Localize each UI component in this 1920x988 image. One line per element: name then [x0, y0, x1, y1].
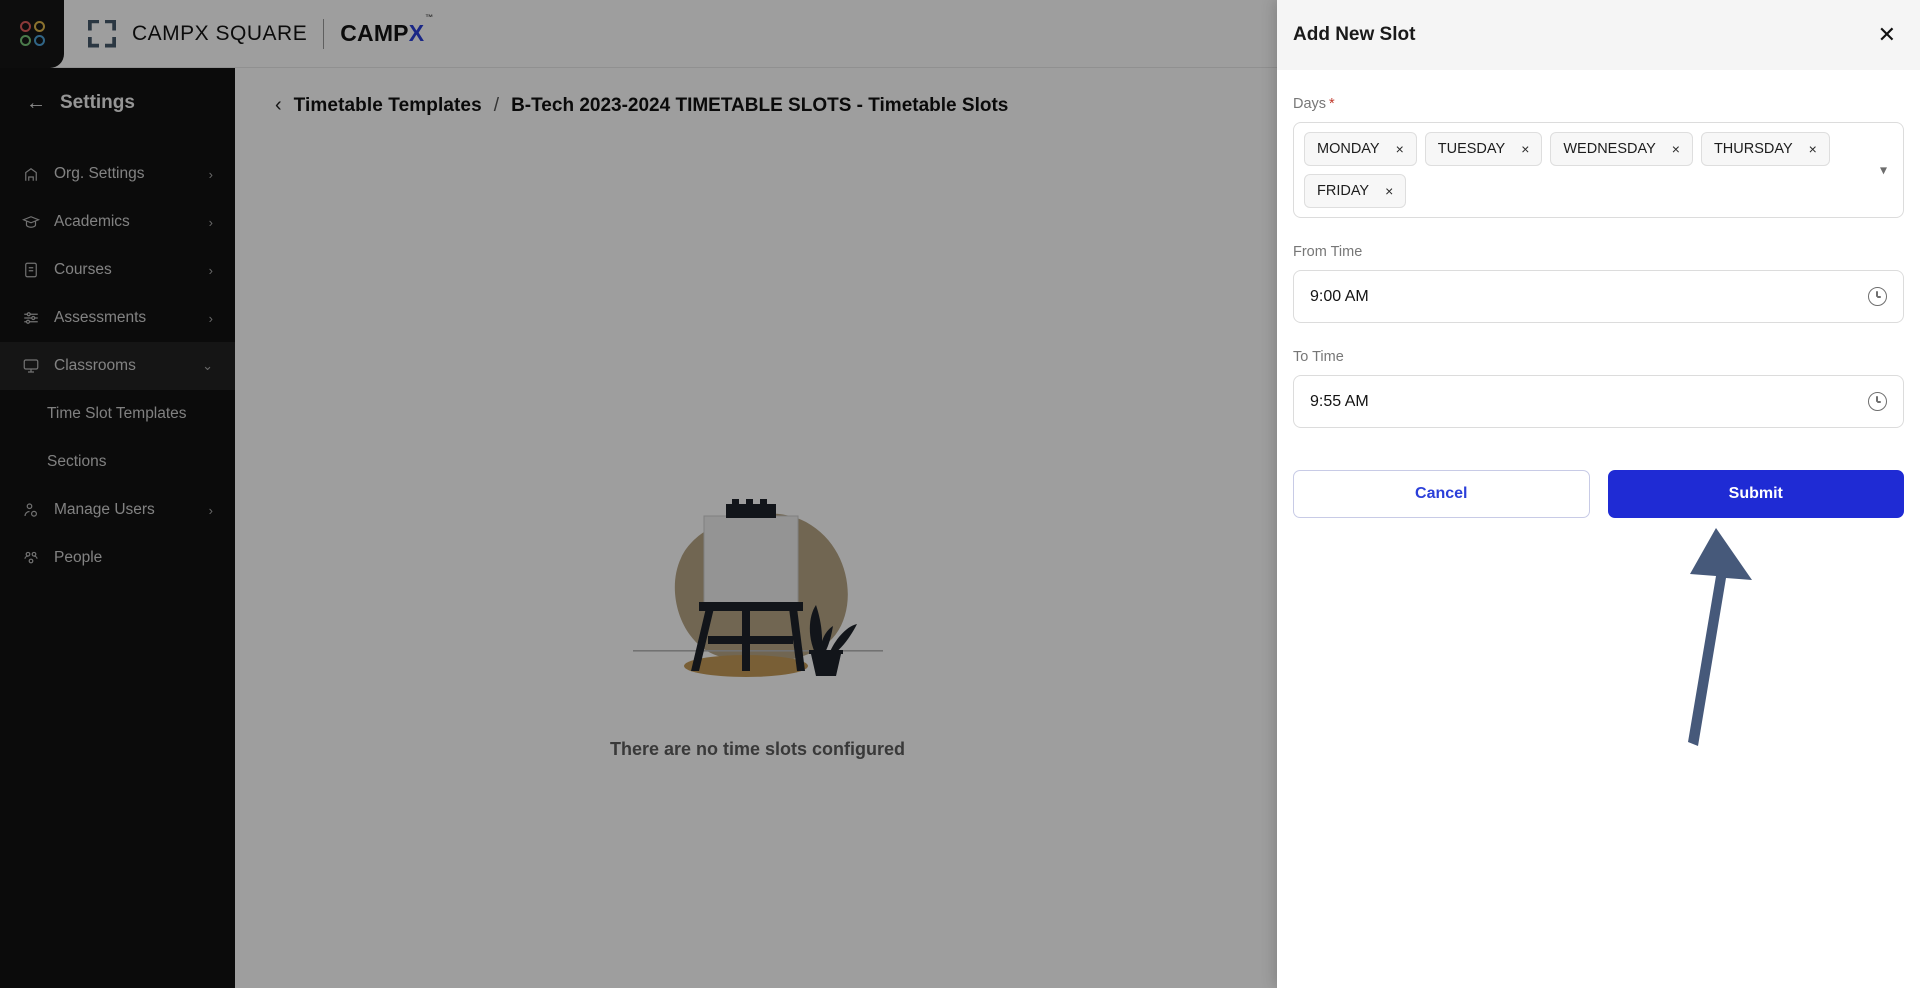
days-multiselect[interactable]: MONDAY × TUESDAY × WEDNESDAY × THURSDAY …: [1293, 122, 1904, 218]
day-chip: WEDNESDAY ×: [1550, 132, 1693, 166]
day-chip-label: THURSDAY: [1713, 141, 1793, 157]
clock-icon[interactable]: [1868, 392, 1887, 411]
required-asterisk: *: [1329, 96, 1335, 112]
drawer-title: Add New Slot: [1293, 24, 1416, 45]
days-field-label: Days *: [1293, 96, 1904, 112]
day-chip-label: TUESDAY: [1437, 141, 1506, 157]
drawer-body: Days * MONDAY × TUESDAY × WEDNESDAY × TH…: [1277, 70, 1920, 518]
close-icon[interactable]: ✕: [1878, 24, 1896, 46]
days-label-text: Days: [1293, 96, 1327, 112]
from-time-field-group: From Time 9:00 AM: [1293, 244, 1904, 323]
day-chip-label: FRIDAY: [1317, 183, 1370, 199]
add-new-slot-drawer: Add New Slot ✕ Days* MONDAY × TUESDAY ×: [1277, 0, 1920, 988]
to-time-label: To Time: [1293, 349, 1344, 365]
day-chip: MONDAY ×: [1304, 132, 1417, 166]
to-time-input[interactable]: 9:55 AM: [1293, 375, 1904, 428]
to-time-field-group: To Time 9:55 AM: [1293, 349, 1904, 428]
chevron-down-icon[interactable]: ▾: [1880, 162, 1887, 179]
from-time-input[interactable]: 9:00 AM: [1293, 270, 1904, 323]
drawer-actions: Cancel Submit: [1293, 470, 1904, 518]
screen-root: CAMPX SQUARE CAMPX™ ← Settings Org. Sett…: [0, 0, 1920, 988]
drawer-header: Add New Slot ✕: [1277, 0, 1920, 70]
remove-chip-icon[interactable]: ×: [1385, 184, 1393, 198]
remove-chip-icon[interactable]: ×: [1521, 142, 1529, 156]
cancel-button[interactable]: Cancel: [1293, 470, 1590, 518]
from-time-value: 9:00 AM: [1310, 287, 1369, 305]
remove-chip-icon[interactable]: ×: [1396, 142, 1404, 156]
remove-chip-icon[interactable]: ×: [1809, 142, 1817, 156]
day-chip: TUESDAY ×: [1424, 132, 1543, 166]
day-chip: THURSDAY ×: [1700, 132, 1830, 166]
days-field-group: Days * MONDAY × TUESDAY × WEDNESDAY × TH…: [1293, 96, 1904, 218]
to-time-value: 9:55 AM: [1310, 392, 1369, 410]
remove-chip-icon[interactable]: ×: [1672, 142, 1680, 156]
submit-button[interactable]: Submit: [1607, 470, 1904, 518]
day-chip-label: WEDNESDAY: [1563, 141, 1656, 157]
day-chip: FRIDAY ×: [1304, 174, 1407, 208]
from-time-label: From Time: [1293, 244, 1363, 260]
day-chip-label: MONDAY: [1317, 141, 1380, 157]
clock-icon[interactable]: [1868, 287, 1887, 306]
